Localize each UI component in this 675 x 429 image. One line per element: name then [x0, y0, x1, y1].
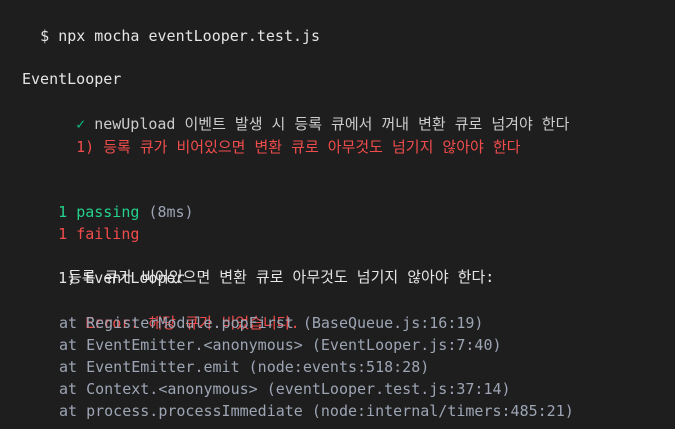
test-fail-index: 1) [76, 138, 95, 156]
error-line: Error: 해당 큐가 비었습니다. [49, 289, 300, 332]
failure-title: 등록 큐가 비어있으면 변환 큐로 아무것도 넘기지 않아야 한다: [68, 268, 495, 286]
failing-label: failing [76, 225, 140, 243]
prompt-symbol: $ [40, 27, 50, 45]
stack-frame: at EventEmitter.emit (node:events:518:28… [59, 358, 430, 376]
command-text: npx mocha eventLooper.test.js [58, 27, 321, 45]
stack-frame: at EventEmitter.<anonymous> (EventLooper… [59, 336, 502, 354]
terminal-output[interactable]: $ npx mocha eventLooper.test.js EventLoo… [0, 0, 675, 429]
suite-title: EventLooper [22, 70, 122, 88]
test-fail-row: 1) 등록 큐가 비어있으면 변환 큐로 아무것도 넘기지 않아야 한다 [40, 113, 520, 156]
failing-count: 1 [58, 225, 68, 243]
stack-frame: at RegisterModule.popFirst (BaseQueue.js… [59, 314, 484, 332]
passing-summary: 1 passing (8ms) [22, 178, 193, 221]
test-fail-title: 등록 큐가 비어있으면 변환 큐로 아무것도 넘기지 않아야 한다 [103, 138, 521, 156]
test-pass-row: ✓ newUpload 이벤트 발생 시 등록 큐에서 꺼내 변환 큐로 넘겨야… [40, 90, 569, 133]
passing-time: (8ms) [148, 203, 194, 221]
stack-frame: at Context.<anonymous> (eventLooper.test… [59, 380, 511, 398]
command-line: $ npx mocha eventLooper.test.js [4, 2, 320, 45]
failing-summary: 1 failing [22, 200, 139, 243]
failure-header: 1) EventLooper [22, 244, 184, 287]
stack-frame: at process.processImmediate (node:intern… [59, 402, 574, 420]
